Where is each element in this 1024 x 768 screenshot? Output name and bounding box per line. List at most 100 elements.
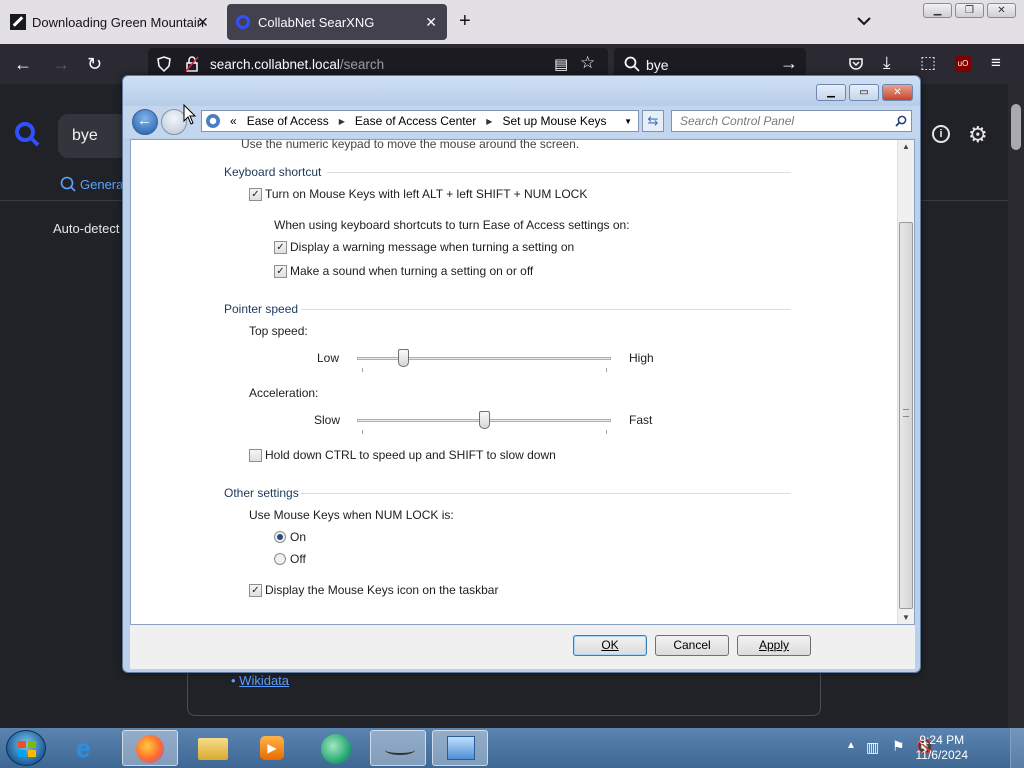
slider-tick [606,430,607,434]
tab-label: CollabNet SearXNG [258,14,375,30]
dialog-titlebar[interactable]: ▁ ▭ ✕ [123,76,920,106]
green-app-icon [321,734,351,764]
address-breadcrumb[interactable]: « Ease of Access ▶ Ease of Access Center… [201,110,639,132]
info-icon[interactable]: i [932,125,950,143]
back-arrow-icon[interactable]: ← [14,54,32,75]
scroll-down-arrow-icon[interactable]: ▼ [902,613,910,622]
top-speed-label: Top speed: [249,324,308,338]
scrollbar-thumb[interactable] [899,222,913,609]
start-button[interactable] [6,730,46,766]
taskbar-app-green[interactable] [308,730,364,766]
numlock-on-radio[interactable] [274,531,286,543]
taskbar-icon-label[interactable]: Display the Mouse Keys icon on the taskb… [265,583,498,597]
breadcrumb-arrow-icon[interactable]: ▶ [486,117,492,126]
browser-search-value[interactable]: bye [646,57,669,73]
gear-icon[interactable]: ⚙ [968,122,988,148]
dialog-back-button[interactable]: ← [132,109,158,135]
tab-searxng[interactable]: CollabNet SearXNG ✕ [227,4,447,40]
warning-message-label[interactable]: Display a warning message when turning a… [290,240,574,254]
close-window-button[interactable]: ✕ [987,3,1016,18]
taskbar-icon-checkbox[interactable]: ✓ [249,584,262,597]
turn-on-mouse-keys-label[interactable]: Turn on Mouse Keys with left ALT + left … [265,187,587,201]
downloads-icon[interactable]: ⤓ [883,53,891,73]
breadcrumb-ease-center[interactable]: Ease of Access Center [355,114,476,128]
reader-view-icon[interactable]: ▤ [554,55,568,73]
close-tab-icon[interactable]: ✕ [197,14,209,31]
firefox-icon [136,735,164,763]
breadcrumb-arrow-icon[interactable]: ▶ [339,117,345,126]
dialog-footer: OK Cancel Apply [130,625,915,669]
ctrl-shift-checkbox[interactable] [249,449,262,462]
ok-label: OK [601,638,619,652]
action-center-flag-icon[interactable]: ⚑ [892,738,905,755]
page-scrollbar[interactable] [1008,84,1024,728]
shield-icon[interactable] [156,56,172,72]
pocket-icon[interactable] [848,56,864,72]
search-go-arrow-icon[interactable]: → [780,53,798,74]
insecure-lock-icon[interactable] [184,56,200,72]
numlock-off-label[interactable]: Off [290,552,306,566]
other-settings-heading: Other settings [224,486,299,500]
breadcrumb-overflow[interactable]: « [230,114,237,128]
show-hidden-icons-icon[interactable]: ▲ [846,740,856,751]
searxng-logo-icon [15,122,40,147]
menu-icon[interactable]: ≡ [991,53,1001,73]
bookmark-star-icon[interactable]: ☆ [580,53,595,73]
warning-message-checkbox[interactable]: ✓ [274,241,287,254]
tab-general[interactable]: Genera [60,176,123,192]
forward-arrow-icon[interactable]: → [52,54,70,75]
top-speed-slider-track[interactable] [357,357,611,360]
list-all-tabs-icon[interactable] [855,12,873,30]
cancel-button[interactable]: Cancel [655,635,729,656]
taskbar-explorer[interactable] [185,730,241,766]
numlock-on-label[interactable]: On [290,530,306,544]
close-tab-icon[interactable]: ✕ [425,14,437,31]
numlock-label: Use Mouse Keys when NUM LOCK is: [249,508,454,522]
control-panel-icon [206,114,220,128]
network-icon[interactable]: ▥ [866,739,879,756]
sound-label[interactable]: Make a sound when turning a setting on o… [290,264,533,278]
taskbar-media-player[interactable]: ▶ [245,730,301,766]
scroll-up-arrow-icon[interactable]: ▲ [902,142,910,151]
dialog-maximize-button[interactable]: ▭ [849,84,879,101]
extensions-icon[interactable]: ⬚ [920,53,936,73]
wikidata-link[interactable]: • Wikidata [231,673,289,688]
minimize-button[interactable]: ▁ [923,3,952,18]
turn-on-mouse-keys-checkbox[interactable]: ✓ [249,188,262,201]
intro-text: Use the numeric keypad to move the mouse… [241,137,580,151]
dialog-minimize-button[interactable]: ▁ [816,84,846,101]
url-path: /search [339,57,385,72]
sound-checkbox[interactable]: ✓ [274,265,287,278]
dialog-navigation-bar: ← « Ease of Access ▶ Ease of Access Cent… [123,106,920,138]
show-desktop-button[interactable] [1010,728,1024,768]
taskbar-ie[interactable]: e [62,730,118,766]
tab-downloading[interactable]: Downloading Green Mountain [0,0,222,44]
taskbar-unknown-app[interactable] [370,730,426,766]
taskbar-control-panel[interactable] [432,730,488,766]
new-tab-button[interactable]: + [459,10,471,33]
taskbar-firefox[interactable] [122,730,178,766]
dialog-close-button[interactable]: ✕ [882,84,913,101]
ok-button[interactable]: OK [573,635,647,656]
numlock-off-radio[interactable] [274,553,286,565]
breadcrumb-ease-of-access[interactable]: Ease of Access [247,114,329,128]
breadcrumb-mouse-keys[interactable]: Set up Mouse Keys [502,114,606,128]
control-panel-search[interactable]: Search Control Panel [671,110,912,132]
slider-tick [362,368,363,372]
ctrl-shift-label[interactable]: Hold down CTRL to speed up and SHIFT to … [265,448,556,462]
language-autodetect[interactable]: Auto-detect [53,221,120,236]
ublock-icon[interactable]: uO [955,56,971,72]
url-text[interactable]: search.collabnet.local/search [210,57,384,72]
dialog-scrollbar[interactable]: ▲ ▼ [897,140,914,624]
taskbar-clock[interactable]: 9:24 PM 11/6/2024 [916,733,969,763]
top-speed-slider-thumb[interactable] [397,349,409,367]
clock-time: 9:24 PM [919,733,965,747]
apply-button[interactable]: Apply [737,635,811,656]
refresh-icon[interactable]: ⇆ [642,110,664,132]
windows-taskbar: e ▶ ▲ ▥ ⚑ 🔇 9:24 PM 11/6/2024 [0,728,1024,768]
reload-icon[interactable]: ↻ [87,54,102,75]
acceleration-slider-thumb[interactable] [479,411,490,429]
breadcrumb-dropdown-icon[interactable]: ▼ [624,117,632,126]
folder-icon [198,738,228,760]
restore-button[interactable]: ❐ [955,3,984,18]
